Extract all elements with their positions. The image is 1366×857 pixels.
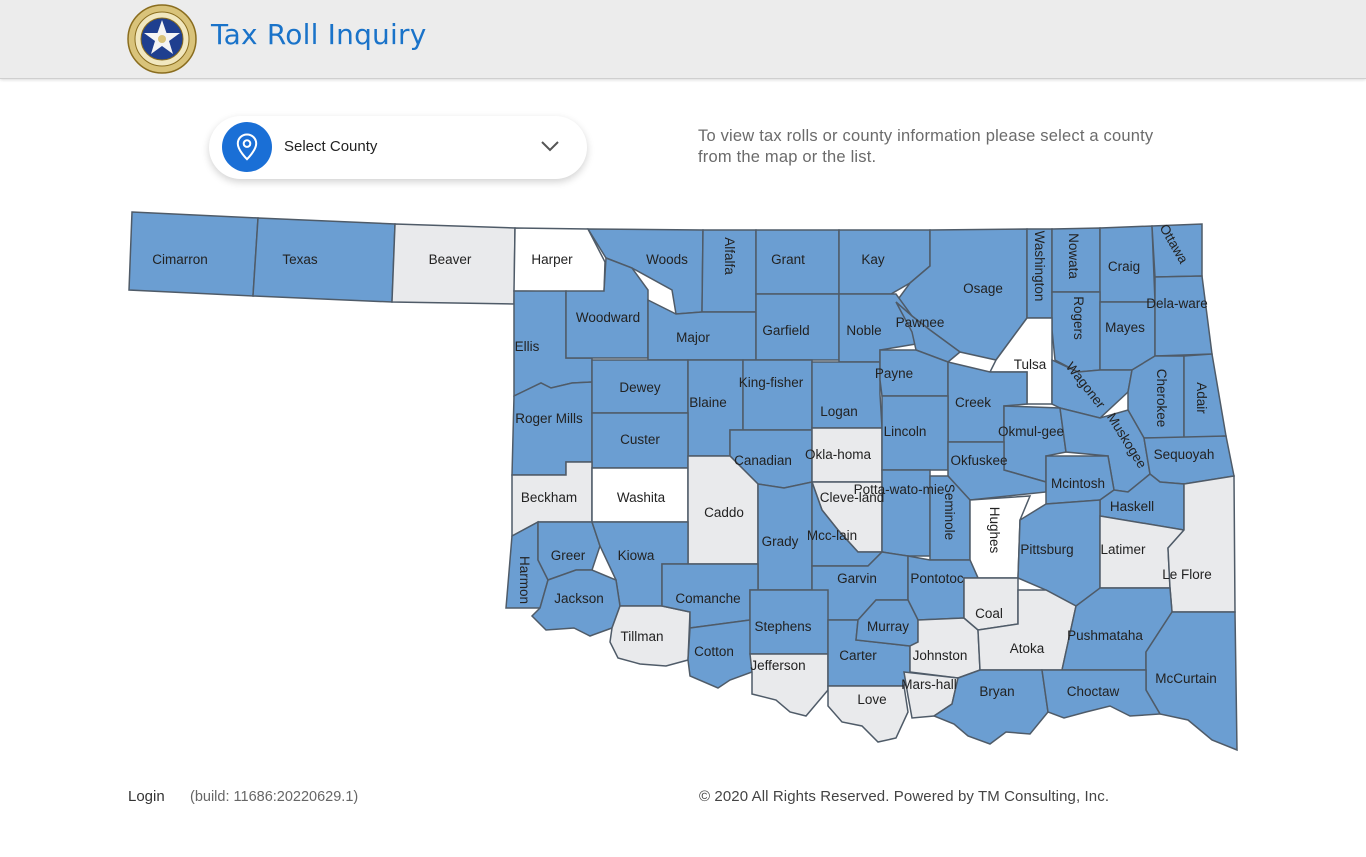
label-haskell: Haskell: [1110, 499, 1154, 514]
county-roger-mills[interactable]: [511, 381, 593, 476]
label-garvin: Garvin: [837, 571, 877, 586]
label-payne: Payne: [875, 366, 913, 381]
label-cotton: Cotton: [694, 644, 734, 659]
label-stephens: Stephens: [754, 619, 811, 634]
label-noble: Noble: [846, 323, 881, 338]
label-pushmataha: Pushmataha: [1067, 628, 1143, 643]
label-jackson: Jackson: [554, 591, 604, 606]
label-washita: Washita: [617, 490, 666, 505]
label-grant: Grant: [771, 252, 805, 267]
label-canadian: Canadian: [734, 453, 792, 468]
label-bryan: Bryan: [979, 684, 1014, 699]
label-creek: Creek: [955, 395, 991, 410]
label-garfield: Garfield: [762, 323, 809, 338]
label-okmulgee: Okmul-gee: [998, 424, 1064, 439]
label-kingfisher: King-fisher: [739, 375, 804, 390]
label-alfalfa: Alfalfa: [722, 237, 737, 275]
label-lincoln: Lincoln: [884, 424, 927, 439]
label-osage: Osage: [963, 281, 1003, 296]
label-grady: Grady: [762, 534, 799, 549]
county-kingfisher[interactable]: [742, 359, 813, 431]
label-blaine: Blaine: [689, 395, 727, 410]
label-kiowa: Kiowa: [618, 548, 655, 563]
label-hughes: Hughes: [987, 507, 1002, 554]
label-le-flore: Le Flore: [1162, 567, 1212, 582]
label-pottawatomie: Potta-wato-mie: [854, 482, 945, 497]
county-mayes[interactable]: [1099, 301, 1156, 371]
copyright-text: © 2020 All Rights Reserved. Powered by T…: [699, 788, 1110, 805]
label-tillman: Tillman: [620, 629, 663, 644]
label-dewey: Dewey: [619, 380, 661, 395]
label-beckham: Beckham: [521, 490, 577, 505]
label-logan: Logan: [820, 404, 858, 419]
label-caddo: Caddo: [704, 505, 744, 520]
county-coal[interactable]: [963, 577, 1019, 631]
label-love: Love: [857, 692, 886, 707]
label-roger-mills: Roger Mills: [515, 411, 583, 426]
label-coal: Coal: [975, 606, 1003, 621]
label-carter: Carter: [839, 648, 877, 663]
label-marshall: Mars-hall: [901, 677, 957, 692]
label-adair: Adair: [1194, 382, 1209, 414]
label-woods: Woods: [646, 252, 688, 267]
label-okfuskee: Okfuskee: [950, 453, 1007, 468]
label-latimer: Latimer: [1100, 542, 1146, 557]
label-beaver: Beaver: [429, 252, 472, 267]
label-texas: Texas: [282, 252, 318, 267]
label-comanche: Comanche: [675, 591, 740, 606]
label-harmon: Harmon: [517, 556, 532, 604]
label-harper: Harper: [531, 252, 573, 267]
label-major: Major: [676, 330, 710, 345]
label-custer: Custer: [620, 432, 660, 447]
label-pontotoc: Pontotoc: [910, 571, 964, 586]
label-cimarron: Cimarron: [152, 252, 208, 267]
login-link[interactable]: Login: [128, 788, 165, 805]
build-info: (build: 11686:20220629.1): [190, 789, 359, 805]
label-cherokee: Cherokee: [1154, 369, 1169, 428]
label-sequoyah: Sequoyah: [1154, 447, 1215, 462]
label-nowata: Nowata: [1066, 233, 1081, 279]
label-johnston: Johnston: [913, 648, 968, 663]
label-greer: Greer: [551, 548, 586, 563]
label-rogers: Rogers: [1071, 296, 1086, 340]
county-map: Cimarron Texas Beaver Harper Woods Alfal…: [128, 211, 1238, 752]
label-tulsa: Tulsa: [1014, 357, 1047, 372]
label-pittsburg: Pittsburg: [1020, 542, 1073, 557]
label-jefferson: Jefferson: [750, 658, 805, 673]
label-mcclain: Mcc-lain: [807, 528, 857, 543]
label-mccurtain: McCurtain: [1155, 671, 1217, 686]
label-choctaw: Choctaw: [1067, 684, 1120, 699]
label-woodward: Woodward: [576, 310, 640, 325]
county-delaware[interactable]: [1154, 275, 1213, 357]
label-craig: Craig: [1108, 259, 1140, 274]
label-atoka: Atoka: [1010, 641, 1045, 656]
label-mcintosh: Mcintosh: [1051, 476, 1105, 491]
county-texas[interactable]: [252, 217, 396, 303]
label-kay: Kay: [861, 252, 885, 267]
label-ellis: Ellis: [515, 339, 540, 354]
label-washington: Washington: [1032, 231, 1047, 302]
label-seminole: Seminole: [942, 484, 957, 540]
label-delaware: Dela-ware: [1146, 296, 1208, 311]
label-mayes: Mayes: [1105, 320, 1145, 335]
label-murray: Murray: [867, 619, 909, 634]
label-oklahoma: Okla-homa: [805, 447, 872, 462]
label-pawnee: Pawnee: [896, 315, 945, 330]
